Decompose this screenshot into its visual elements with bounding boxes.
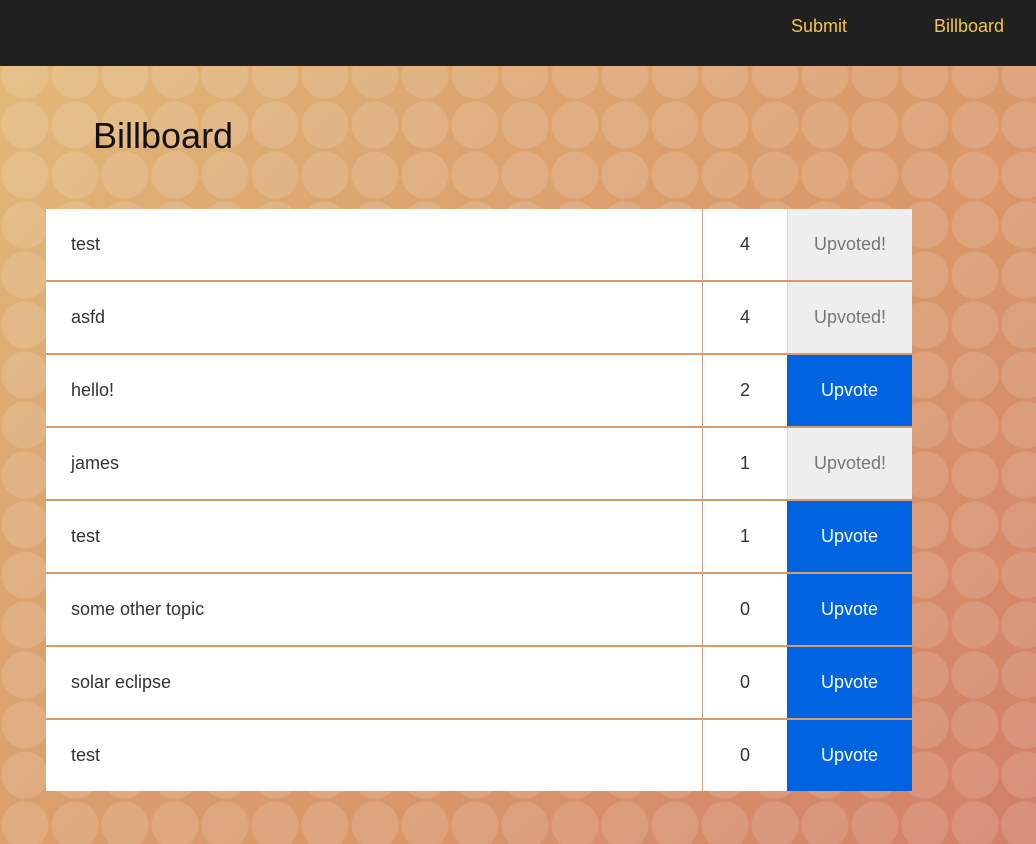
topic-row: test 4 Upvoted!	[46, 209, 912, 282]
topic-title: asfd	[46, 282, 703, 353]
vote-count: 2	[739, 380, 750, 400]
upvote-button[interactable]: Upvote	[787, 355, 912, 426]
upvote-button[interactable]: Upvote	[787, 720, 912, 791]
topic-title: solar eclipse	[46, 647, 703, 718]
topic-row: hello! 2 Upvote	[46, 355, 912, 428]
topic-title: test	[46, 720, 703, 791]
upvote-button[interactable]: Upvote	[787, 501, 912, 572]
vote-count: 0	[739, 745, 750, 765]
vote-count: 1	[739, 453, 750, 473]
nav-submit-link[interactable]: Submit	[791, 0, 847, 52]
vote-count: 0	[739, 672, 750, 692]
upvoted-button[interactable]: Upvoted!	[787, 209, 912, 280]
upvote-button[interactable]: Upvote	[787, 574, 912, 645]
topic-row: asfd 4 Upvoted!	[46, 282, 912, 355]
topic-title: test	[46, 209, 703, 280]
upvoted-button[interactable]: Upvoted!	[787, 428, 912, 499]
topic-row: james 1 Upvoted!	[46, 428, 912, 501]
vote-count: 1	[739, 526, 750, 546]
vote-count: 0	[739, 599, 750, 619]
upvoted-button[interactable]: Upvoted!	[787, 282, 912, 353]
topic-row: some other topic 0 Upvote	[46, 574, 912, 647]
vote-count: 4	[739, 307, 750, 327]
topic-title: some other topic	[46, 574, 703, 645]
topic-row: test 0 Upvote	[46, 720, 912, 791]
vote-count: 4	[739, 234, 750, 254]
page-title: Billboard	[93, 115, 234, 156]
upvote-button[interactable]: Upvote	[787, 647, 912, 718]
top-navbar: Submit Billboard	[0, 0, 1036, 66]
topic-row: solar eclipse 0 Upvote	[46, 647, 912, 720]
nav-billboard-link[interactable]: Billboard	[934, 0, 1004, 52]
topic-title: test	[46, 501, 703, 572]
topic-title: hello!	[46, 355, 703, 426]
billboard-table: test 4 Upvoted! asfd 4 Upvoted! hello! 2…	[46, 209, 912, 791]
topic-row: test 1 Upvote	[46, 501, 912, 574]
topic-title: james	[46, 428, 703, 499]
